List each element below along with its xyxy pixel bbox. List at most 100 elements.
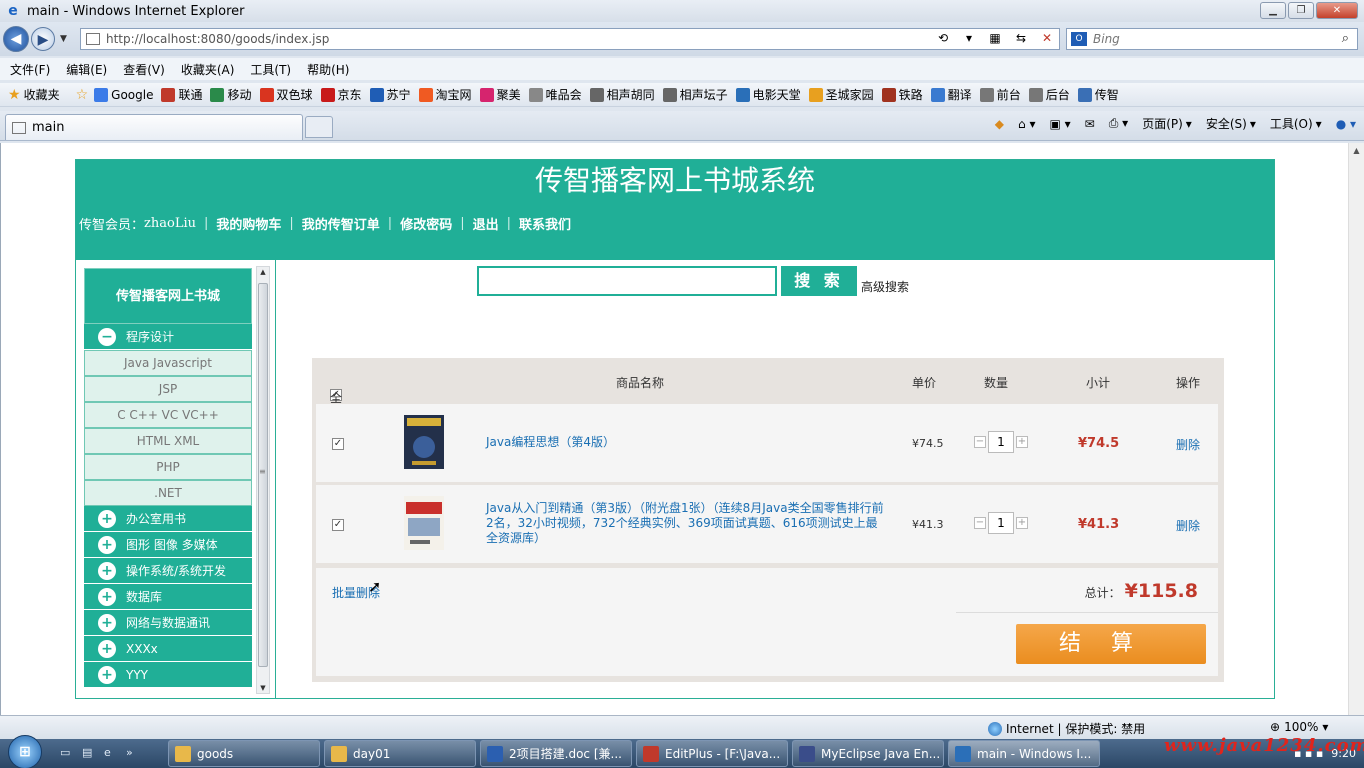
tab-main[interactable]: main xyxy=(5,114,303,140)
favorite-link[interactable]: 联通 xyxy=(161,86,202,103)
page-scroll-up-icon[interactable]: ▲ xyxy=(1349,143,1364,159)
search-icon[interactable]: ⌕ xyxy=(1342,31,1349,46)
menu-edit[interactable]: 编辑(E) xyxy=(66,61,107,78)
favorite-link[interactable]: 圣城家园 xyxy=(808,86,874,103)
category-item[interactable]: + 数据库 xyxy=(84,584,252,610)
maximize-button[interactable]: ❐ xyxy=(1288,2,1314,19)
close-button[interactable]: ✕ xyxy=(1316,2,1358,19)
compat-view-icon[interactable]: ▦ xyxy=(987,31,1003,45)
taskbar-task[interactable]: 2项目搭建.doc [兼... xyxy=(480,740,632,767)
menu-favorites[interactable]: 收藏夹(A) xyxy=(181,61,235,78)
book-cover-image[interactable] xyxy=(404,496,444,550)
rss-icon[interactable]: ▣ ▾ xyxy=(1049,117,1070,131)
menu-file[interactable]: 文件(F) xyxy=(10,61,50,78)
increase-qty-button[interactable]: + xyxy=(1016,436,1028,448)
start-button[interactable]: ⊞ xyxy=(8,734,42,768)
decrease-qty-button[interactable]: − xyxy=(974,517,986,529)
nav-my-orders[interactable]: 我的传智订单 xyxy=(302,214,380,233)
favorite-link[interactable]: 前台 xyxy=(979,86,1021,103)
decrease-qty-button[interactable]: − xyxy=(974,436,986,448)
item-checkbox[interactable]: ✓ xyxy=(332,519,344,531)
taskbar-task[interactable]: goods xyxy=(168,740,320,767)
new-tab-button[interactable] xyxy=(305,116,333,138)
delete-item-link[interactable]: 删除 xyxy=(1176,517,1200,534)
compatibility-icon[interactable]: ⟲ xyxy=(935,31,951,45)
sidebar-scrollbar[interactable]: ▲ ≡ ▼ xyxy=(256,266,270,694)
expand-icon[interactable]: + xyxy=(98,639,116,658)
expand-icon[interactable]: + xyxy=(98,613,116,632)
favorite-link[interactable]: 淘宝网 xyxy=(418,86,472,103)
taskbar-task[interactable]: MyEclipse Java En... xyxy=(792,740,944,767)
expand-icon[interactable]: + xyxy=(98,535,116,554)
forward-button[interactable]: ▶ xyxy=(31,27,55,51)
help-icon[interactable]: ● ▾ xyxy=(1336,117,1356,131)
taskbar-task[interactable]: EditPlus - [F:\Java... xyxy=(636,740,788,767)
scroll-down-icon[interactable]: ▼ xyxy=(257,684,269,692)
ie-quicklaunch-icon[interactable]: e xyxy=(104,746,120,762)
more-icon[interactable]: » xyxy=(126,746,142,762)
item-name[interactable]: Java编程思想（第4版） xyxy=(486,435,886,450)
category-item[interactable]: + 网络与数据通讯 xyxy=(84,610,252,636)
favorite-link[interactable]: 移动 xyxy=(210,86,252,103)
category-item[interactable]: + 操作系统/系统开发 xyxy=(84,558,252,584)
safety-menu[interactable]: 安全(S) ▾ xyxy=(1206,115,1256,132)
mail-icon[interactable]: ✉ xyxy=(1085,117,1095,131)
subcategory-link[interactable]: PHP xyxy=(84,454,252,480)
taskbar-task[interactable]: main - Windows I... xyxy=(948,740,1100,767)
category-programming[interactable]: − 程序设计 xyxy=(84,324,252,350)
delete-item-link[interactable]: 删除 xyxy=(1176,436,1200,453)
category-item[interactable]: + 图形 图像 多媒体 xyxy=(84,532,252,558)
favorite-link[interactable]: 传智 xyxy=(1077,86,1119,103)
subcategory-link[interactable]: HTML XML xyxy=(84,428,252,454)
address-dropdown-icon[interactable]: ▾ xyxy=(961,31,977,45)
home-icon[interactable]: ⌂ ▾ xyxy=(1018,117,1035,131)
favorite-link[interactable]: 相声胡同 xyxy=(589,86,655,103)
favorite-link[interactable]: 聚美 xyxy=(479,86,521,103)
category-item[interactable]: + YYY xyxy=(84,662,252,688)
favorite-link[interactable]: 翻译 xyxy=(930,86,972,103)
favorite-link[interactable]: 铁路 xyxy=(881,86,923,103)
book-search-input[interactable] xyxy=(477,266,777,296)
menu-view[interactable]: 查看(V) xyxy=(123,61,165,78)
favorite-link[interactable]: 苏宁 xyxy=(369,86,411,103)
quantity-value[interactable]: 1 xyxy=(988,431,1014,453)
checkout-button[interactable]: 结算 xyxy=(1016,624,1206,664)
explorer-icon[interactable]: ▤ xyxy=(82,746,98,762)
item-name[interactable]: Java从入门到精通（第3版）（附光盘1张）（连续8月Java类全国零售排行前2… xyxy=(486,501,886,546)
nav-change-password[interactable]: 修改密码 xyxy=(400,214,452,233)
favorite-link[interactable]: 唯品会 xyxy=(528,86,582,103)
favorite-link[interactable]: 电影天堂 xyxy=(735,86,801,103)
item-checkbox[interactable]: ✓ xyxy=(332,438,344,450)
show-desktop-icon[interactable]: ▭ xyxy=(60,746,76,762)
print-icon[interactable]: ⎙ ▾ xyxy=(1109,116,1128,131)
subcategory-link[interactable]: Java Javascript xyxy=(84,350,252,376)
favorite-link[interactable]: 双色球 xyxy=(259,86,313,103)
minimize-button[interactable]: ▁ xyxy=(1260,2,1286,19)
favorite-link[interactable]: 相声坛子 xyxy=(662,86,728,103)
zoom-control[interactable]: ⊕ 100% ▾ xyxy=(1270,720,1328,734)
book-cover-image[interactable] xyxy=(404,415,444,469)
favorite-link[interactable]: Google xyxy=(94,86,153,103)
page-menu[interactable]: 页面(P) ▾ xyxy=(1142,115,1192,132)
nav-contact-us[interactable]: 联系我们 xyxy=(519,214,571,233)
address-bar[interactable]: http://localhost:8080/goods/index.jsp ⟲ … xyxy=(80,28,1060,50)
favorite-link[interactable]: 后台 xyxy=(1028,86,1070,103)
increase-qty-button[interactable]: + xyxy=(1016,517,1028,529)
tools-menu[interactable]: 工具(O) ▾ xyxy=(1270,115,1322,132)
feeds-icon[interactable]: ◆ xyxy=(995,117,1004,131)
category-item[interactable]: + 办公室用书 xyxy=(84,506,252,532)
subcategory-link[interactable]: C C++ VC VC++ xyxy=(84,402,252,428)
favorite-link[interactable]: 京东 xyxy=(320,86,362,103)
subcategory-link[interactable]: JSP xyxy=(84,376,252,402)
search-box[interactable]: O ⌕ xyxy=(1066,28,1358,50)
add-favorite-icon[interactable]: ☆ xyxy=(76,87,89,103)
page-scrollbar[interactable]: ▲ xyxy=(1348,143,1364,715)
nav-my-cart[interactable]: 我的购物车 xyxy=(216,214,281,233)
expand-icon[interactable]: + xyxy=(98,561,116,580)
search-provider-input[interactable] xyxy=(1093,32,1313,46)
expand-icon[interactable]: + xyxy=(98,665,116,684)
favorites-button[interactable]: ★ 收藏夹 xyxy=(8,86,60,103)
stop-icon[interactable]: ✕ xyxy=(1039,31,1055,45)
menu-help[interactable]: 帮助(H) xyxy=(307,61,349,78)
nav-logout[interactable]: 退出 xyxy=(473,214,499,233)
